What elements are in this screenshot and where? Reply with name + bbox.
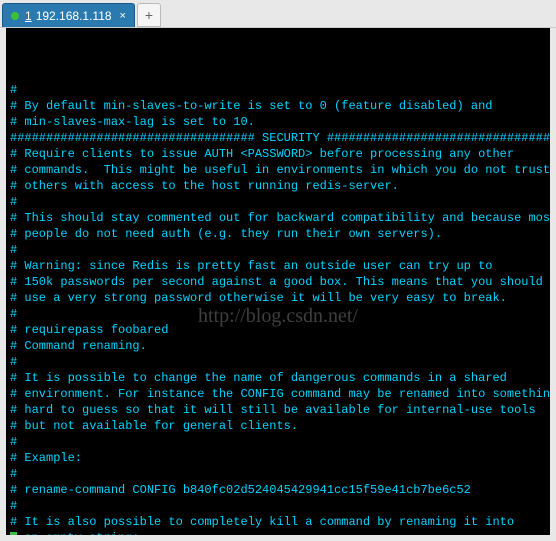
terminal-line: # [10,434,546,450]
tab-bar: 1 192.168.1.118 × + [0,0,556,28]
close-icon[interactable]: × [120,10,126,22]
terminal-line: # [10,354,546,370]
terminal-line: # This should stay commented out for bac… [10,210,546,226]
terminal-line: # [10,242,546,258]
terminal-line: # [10,194,546,210]
terminal-cursor [10,532,17,541]
tab-title: 192.168.1.118 [36,9,112,23]
terminal-content: ## By default min-slaves-to-write is set… [10,82,546,541]
tab-session-1[interactable]: 1 192.168.1.118 × [2,3,135,27]
terminal-line: # commands. This might be useful in envi… [10,162,546,178]
terminal-line: # min-slaves-max-lag is set to 10. [10,114,546,130]
terminal-line: # [10,82,546,98]
terminal-line: # [10,466,546,482]
terminal-line: ################################## SECUR… [10,130,546,146]
terminal-pane[interactable]: http://blog.csdn.net/ ## By default min-… [0,28,556,541]
terminal-line: # but not available for general clients. [10,418,546,434]
terminal-line: # people do not need auth (e.g. they run… [10,226,546,242]
terminal-line: # [10,498,546,514]
terminal-line: # Example: [10,450,546,466]
status-dot-connected [11,12,19,20]
add-tab-button[interactable]: + [137,3,161,27]
terminal-line: # Command renaming. [10,338,546,354]
terminal-line: # [10,306,546,322]
tab-number: 1 [25,9,32,23]
terminal-line: # hard to guess so that it will still be… [10,402,546,418]
terminal-line: # rename-command CONFIG b840fc02d5240454… [10,482,546,498]
terminal-line: # use a very strong password otherwise i… [10,290,546,306]
terminal-line: # 150k passwords per second against a go… [10,274,546,290]
terminal-line: # environment. For instance the CONFIG c… [10,386,546,402]
terminal-line: # By default min-slaves-to-write is set … [10,98,546,114]
terminal-line: # Warning: since Redis is pretty fast an… [10,258,546,274]
terminal-line: # It is possible to change the name of d… [10,370,546,386]
terminal-line: # requirepass foobared [10,322,546,338]
terminal-line: # Require clients to issue AUTH <PASSWOR… [10,146,546,162]
terminal-line: # It is also possible to completely kill… [10,514,546,530]
plus-icon: + [145,7,153,23]
terminal-line: an empty string: [10,530,546,541]
terminal-line: # others with access to the host running… [10,178,546,194]
